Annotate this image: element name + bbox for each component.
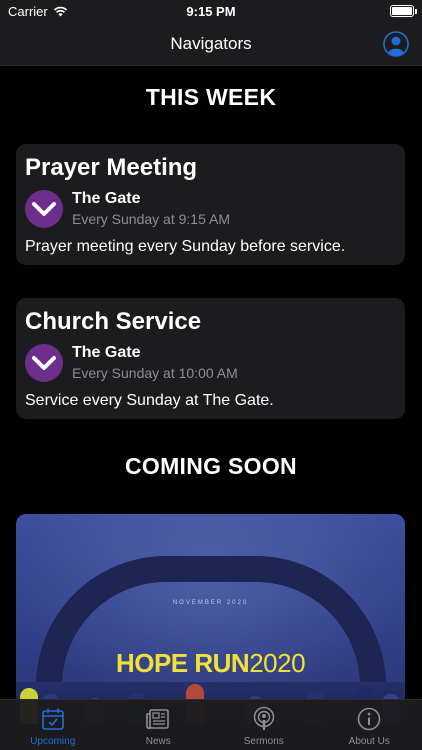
event-schedule: Every Sunday at 9:15 AM bbox=[72, 211, 230, 227]
info-icon bbox=[357, 707, 381, 731]
org-logo bbox=[25, 190, 63, 228]
profile-button[interactable] bbox=[382, 30, 410, 58]
coming-soon-banner[interactable]: NOVEMBER 2020 HOPE RUN2020 bbox=[16, 514, 405, 724]
banner-logo: HOPE RUN2020 bbox=[115, 648, 306, 678]
battery-icon bbox=[390, 5, 417, 17]
chevron-down-icon bbox=[32, 202, 56, 216]
tab-sermons[interactable]: Sermons bbox=[211, 700, 317, 750]
tab-bar: Upcoming News Sermons About Us bbox=[0, 699, 422, 750]
event-description: Service every Sunday at The Gate. bbox=[25, 392, 274, 409]
banner-subtitle: NOVEMBER 2020 bbox=[172, 600, 249, 606]
chevron-down-icon bbox=[32, 356, 56, 370]
event-card[interactable]: Prayer Meeting The Gate Every Sunday at … bbox=[16, 144, 405, 265]
podcast-icon bbox=[253, 706, 274, 730]
this-week-heading: THIS WEEK bbox=[145, 84, 277, 110]
org-logo bbox=[25, 344, 63, 382]
tab-label: Upcoming bbox=[30, 736, 76, 747]
event-org: The Gate bbox=[72, 190, 141, 207]
nav-title: Navigators bbox=[170, 34, 252, 53]
coming-soon-heading: COMING SOON bbox=[125, 453, 297, 479]
newspaper-icon bbox=[146, 709, 170, 730]
event-title: Church Service bbox=[25, 308, 202, 335]
event-org: The Gate bbox=[72, 344, 141, 361]
tab-label: About Us bbox=[348, 736, 390, 747]
tab-upcoming[interactable]: Upcoming bbox=[0, 700, 106, 750]
tab-label: Sermons bbox=[243, 736, 284, 747]
tab-about-us[interactable]: About Us bbox=[317, 700, 422, 750]
status-bar: Carrier 9:15 PM bbox=[0, 0, 422, 24]
tab-label: News bbox=[145, 736, 171, 747]
event-title: Prayer Meeting bbox=[25, 154, 198, 181]
status-time: 9:15 PM bbox=[186, 4, 236, 19]
event-schedule: Every Sunday at 10:00 AM bbox=[72, 365, 238, 381]
event-description: Prayer meeting every Sunday before servi… bbox=[25, 238, 346, 255]
tab-news[interactable]: News bbox=[106, 700, 212, 750]
calendar-icon bbox=[41, 708, 64, 730]
navigation-bar: Navigators bbox=[0, 24, 422, 66]
person-circle-icon bbox=[383, 31, 409, 57]
event-card[interactable]: Church Service The Gate Every Sunday at … bbox=[16, 298, 405, 419]
